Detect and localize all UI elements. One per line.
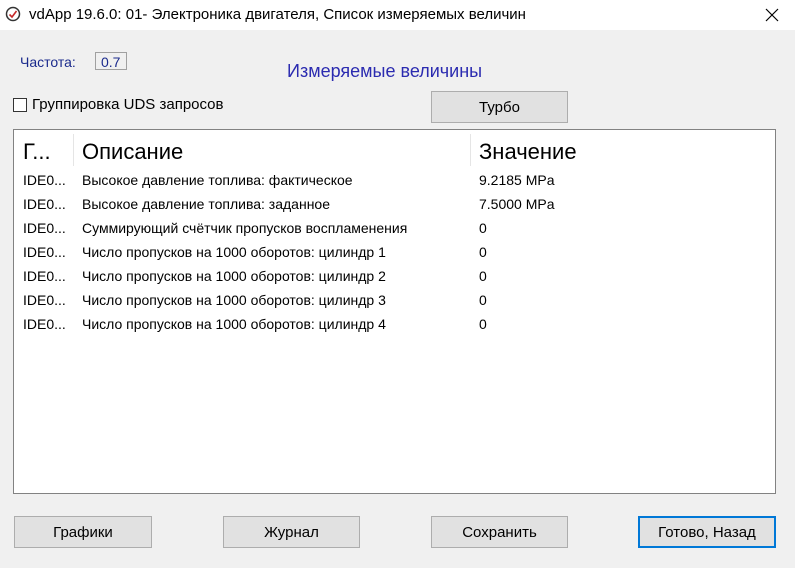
table-row[interactable]: IDE0... Высокое давление топлива: фактич… xyxy=(14,169,775,193)
column-header-group[interactable]: Г... xyxy=(23,139,51,165)
row-value: 0 xyxy=(479,220,487,236)
row-description: Число пропусков на 1000 оборотов: цилинд… xyxy=(82,268,386,284)
row-description: Высокое давление топлива: фактическое xyxy=(82,172,353,188)
table-row[interactable]: IDE0... Число пропусков на 1000 оборотов… xyxy=(14,313,775,337)
measured-values-table[interactable]: Г... Описание Значение IDE0... Высокое д… xyxy=(13,129,776,494)
log-button[interactable]: Журнал xyxy=(223,516,360,548)
turbo-button[interactable]: Турбо xyxy=(431,91,568,123)
row-description: Число пропусков на 1000 оборотов: цилинд… xyxy=(82,244,386,260)
close-button[interactable] xyxy=(749,0,795,30)
frequency-value: 0.7 xyxy=(95,52,127,70)
row-value: 0 xyxy=(479,292,487,308)
table-row[interactable]: IDE0... Число пропусков на 1000 оборотов… xyxy=(14,289,775,313)
row-description: Число пропусков на 1000 оборотов: цилинд… xyxy=(82,292,386,308)
column-divider[interactable] xyxy=(73,134,74,166)
table-header: Г... Описание Значение xyxy=(14,130,775,170)
charts-button[interactable]: Графики xyxy=(14,516,152,548)
frequency-label: Частота: xyxy=(20,54,76,70)
uds-grouping-option[interactable]: Группировка UDS запросов xyxy=(13,96,223,113)
row-description: Суммирующий счётчик пропусков воспламене… xyxy=(82,220,408,236)
row-id: IDE0... xyxy=(23,220,66,236)
column-divider[interactable] xyxy=(470,134,471,166)
row-value: 9.2185 MPa xyxy=(479,172,555,188)
column-header-description[interactable]: Описание xyxy=(82,139,183,165)
row-id: IDE0... xyxy=(23,172,66,188)
table-row[interactable]: IDE0... Число пропусков на 1000 оборотов… xyxy=(14,241,775,265)
row-id: IDE0... xyxy=(23,292,66,308)
title-bar: vdApp 19.6.0: 01- Электроника двигателя,… xyxy=(0,0,795,30)
table-row[interactable]: IDE0... Суммирующий счётчик пропусков во… xyxy=(14,217,775,241)
close-icon xyxy=(765,8,779,22)
row-value: 7.5000 MPa xyxy=(479,196,555,212)
row-id: IDE0... xyxy=(23,196,66,212)
row-value: 0 xyxy=(479,244,487,260)
window-title: vdApp 19.6.0: 01- Электроника двигателя,… xyxy=(29,6,526,23)
row-description: Число пропусков на 1000 оборотов: цилинд… xyxy=(82,316,386,332)
row-id: IDE0... xyxy=(23,316,66,332)
save-button[interactable]: Сохранить xyxy=(431,516,568,548)
table-row[interactable]: IDE0... Число пропусков на 1000 оборотов… xyxy=(14,265,775,289)
uds-grouping-label[interactable]: Группировка UDS запросов xyxy=(32,96,223,113)
done-back-button[interactable]: Готово, Назад xyxy=(638,516,776,548)
row-value: 0 xyxy=(479,316,487,332)
table-row[interactable]: IDE0... Высокое давление топлива: заданн… xyxy=(14,193,775,217)
row-value: 0 xyxy=(479,268,487,284)
column-header-value[interactable]: Значение xyxy=(479,139,577,165)
row-id: IDE0... xyxy=(23,268,66,284)
row-description: Высокое давление топлива: заданное xyxy=(82,196,330,212)
row-id: IDE0... xyxy=(23,244,66,260)
diagnostic-app-icon xyxy=(5,6,21,22)
uds-grouping-checkbox[interactable] xyxy=(13,97,27,112)
section-title: Измеряемые величины xyxy=(287,61,483,81)
